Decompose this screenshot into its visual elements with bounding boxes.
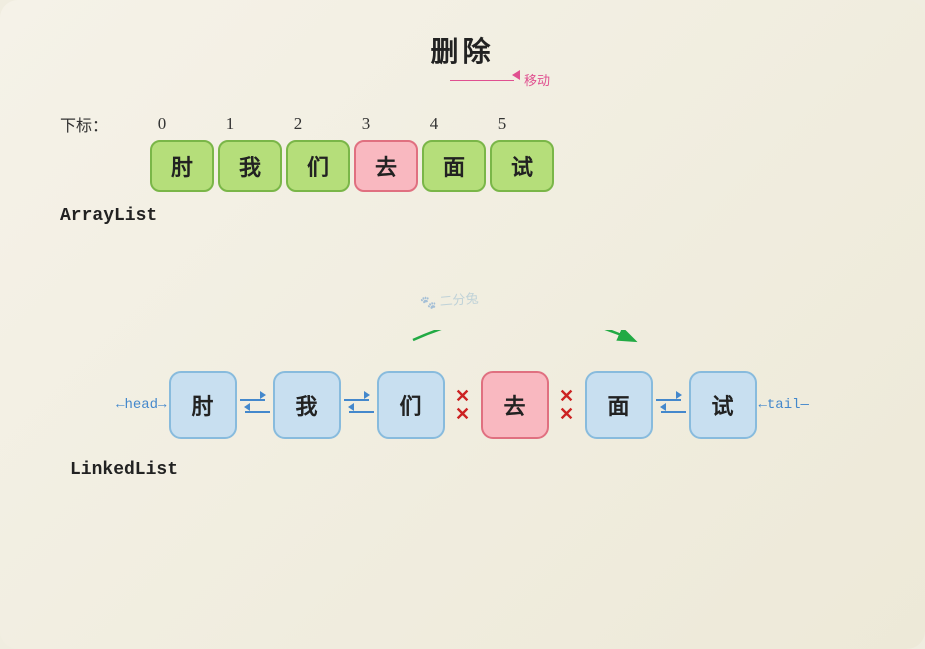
ll-arrow-1-2 bbox=[341, 394, 377, 416]
ll-node-0: 肘 bbox=[169, 371, 237, 439]
tail-pointer-area: ←tail— bbox=[757, 397, 809, 413]
ll-node-3: 去 bbox=[481, 371, 549, 439]
ll-char-5: 试 bbox=[711, 389, 733, 421]
move-row: 移动 bbox=[60, 70, 865, 90]
index-1: 1 bbox=[196, 114, 264, 134]
ll-arrow-0-1 bbox=[237, 394, 273, 416]
array-cell-0: 肘 bbox=[150, 140, 214, 192]
index-numbers: 0 1 2 3 4 5 bbox=[128, 114, 536, 134]
page-title: 删除 bbox=[0, 0, 925, 70]
ll-node-2: 们 bbox=[377, 371, 445, 439]
x-mark-top2: ✕ bbox=[559, 387, 574, 405]
ll-node-1: 我 bbox=[273, 371, 341, 439]
arrow-bwd-4 bbox=[656, 406, 686, 416]
x-mark-bottom2: ✕ bbox=[559, 405, 574, 423]
array-row: 肘 我 们 去 面 试 bbox=[150, 140, 865, 192]
index-row: 下标： 0 1 2 3 4 5 bbox=[60, 112, 865, 136]
array-char-4: 面 bbox=[443, 150, 465, 182]
x-mark-bottom: ✕ bbox=[455, 405, 470, 423]
array-cell-3: 去 bbox=[354, 140, 418, 192]
move-arrow-icon bbox=[450, 74, 520, 86]
array-char-5: 试 bbox=[511, 150, 533, 182]
tail-label: ←tail— bbox=[759, 397, 809, 413]
head-label: ←head→ bbox=[116, 397, 166, 413]
arraylist-section: 移动 下标： 0 1 2 3 4 5 肘 我 们 bbox=[60, 70, 865, 226]
ll-arrow-4-5 bbox=[653, 394, 689, 416]
head-pointer-area: ←head→ bbox=[116, 397, 168, 413]
ll-arrow-x-2-3: ✕ ✕ bbox=[445, 387, 481, 423]
index-0: 0 bbox=[128, 114, 196, 134]
ll-char-2: 们 bbox=[399, 389, 421, 421]
array-char-0: 肘 bbox=[171, 150, 193, 182]
arrow-bwd-1 bbox=[344, 406, 374, 416]
index-2: 2 bbox=[264, 114, 332, 134]
index-5: 5 bbox=[468, 114, 536, 134]
index-label: 下标： bbox=[60, 112, 108, 136]
index-4: 4 bbox=[400, 114, 468, 134]
ll-char-4: 面 bbox=[607, 389, 629, 421]
array-char-3: 去 bbox=[375, 150, 397, 182]
array-cell-4: 面 bbox=[422, 140, 486, 192]
ll-node-5: 试 bbox=[689, 371, 757, 439]
main-container: 删除 移动 下标： 0 1 2 3 4 5 肘 bbox=[0, 0, 925, 649]
x-mark-top: ✕ bbox=[455, 387, 470, 405]
arrow-bwd-0 bbox=[240, 406, 270, 416]
watermark: 🐾 二分兔 bbox=[419, 287, 479, 311]
linkedlist-label: LinkedList bbox=[70, 460, 925, 480]
array-char-2: 们 bbox=[307, 150, 329, 182]
array-cell-2: 们 bbox=[286, 140, 350, 192]
index-3: 3 bbox=[332, 114, 400, 134]
linkedlist-section: ←head→ 肘 我 们 bbox=[0, 360, 925, 480]
ll-arrow-x-3-4: ✕ ✕ bbox=[549, 387, 585, 423]
array-cell-1: 我 bbox=[218, 140, 282, 192]
ll-char-0: 肘 bbox=[191, 389, 213, 421]
ll-char-3: 去 bbox=[503, 389, 525, 421]
arraylist-label: ArrayList bbox=[60, 206, 865, 226]
ll-char-1: 我 bbox=[295, 389, 317, 421]
move-text: 移动 bbox=[524, 70, 550, 89]
ll-node-4: 面 bbox=[585, 371, 653, 439]
array-cell-5: 试 bbox=[490, 140, 554, 192]
ll-row: ←head→ 肘 我 们 bbox=[0, 360, 925, 450]
move-label: 移动 bbox=[450, 70, 550, 89]
array-char-1: 我 bbox=[239, 150, 261, 182]
